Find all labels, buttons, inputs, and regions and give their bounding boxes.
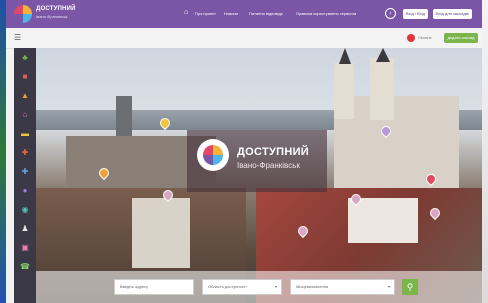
search-button[interactable]: ⚲ bbox=[402, 279, 418, 295]
nav-about[interactable]: Про проект bbox=[195, 11, 216, 16]
chevron-down-icon: ▾ bbox=[274, 284, 277, 289]
church-spire-left bbox=[339, 48, 351, 64]
church-spire-right bbox=[376, 48, 390, 62]
cart-icon[interactable]: ▲ bbox=[14, 86, 36, 105]
church-tower-right bbox=[370, 58, 394, 120]
bus-icon[interactable]: ■ bbox=[14, 67, 36, 86]
category-sidebar: ♣ ■ ▲ ⌂ ▬ ✚ ✚ ● ◉ ♟ ▣ ☎ bbox=[14, 48, 36, 303]
bed-icon[interactable]: ▬ bbox=[14, 124, 36, 143]
background-right-edge bbox=[482, 0, 488, 303]
register-venue-button[interactable]: Вхід для закладів bbox=[433, 9, 472, 19]
building-left-tower bbox=[116, 96, 132, 136]
hero-logo-card: ДОСТУПНИЙ Івано-Франківськ bbox=[187, 130, 327, 192]
add-venue-button[interactable]: додати заклад bbox=[444, 33, 478, 43]
flag-icon[interactable] bbox=[407, 34, 415, 42]
nav-rules[interactable]: Правила користування сервісом bbox=[296, 11, 356, 16]
search-bar: Введіть адресу Область доступності ▾ Міс… bbox=[36, 271, 482, 303]
roof-white-right bbox=[348, 198, 418, 243]
hero-logo-icon bbox=[197, 139, 229, 171]
login-button[interactable]: Вхід / Вхід bbox=[403, 9, 429, 19]
back-arrow-icon[interactable]: ‹ bbox=[385, 8, 396, 19]
browser-page: ДОСТУПНИЙ Івано-Франківськ ⌂ Про проект … bbox=[6, 0, 482, 303]
search-icon: ⚲ bbox=[406, 282, 414, 292]
hero-title: ДОСТУПНИЙ bbox=[237, 146, 309, 158]
car-icon[interactable]: ● bbox=[14, 181, 36, 200]
person-icon[interactable]: ♟ bbox=[14, 219, 36, 238]
medical-icon[interactable]: ✚ bbox=[14, 162, 36, 181]
brand-logo-icon[interactable] bbox=[14, 5, 32, 23]
category-select-label: Місцевизначення bbox=[296, 284, 329, 289]
nav-faq[interactable]: Питання відповідь bbox=[249, 11, 283, 16]
address-input[interactable]: Введіть адресу bbox=[114, 279, 194, 295]
tree-icon[interactable]: ♣ bbox=[14, 48, 36, 67]
white-building-left bbox=[132, 198, 190, 268]
hero-subtitle: Івано-Франківськ bbox=[237, 161, 300, 170]
brand-name[interactable]: ДОСТУПНИЙ bbox=[36, 6, 76, 12]
accessibility-select-label: Область доступності bbox=[208, 284, 247, 289]
church-tower-left bbox=[334, 63, 354, 119]
brand-city: Івано-Франківськ bbox=[36, 14, 68, 19]
top-header: ДОСТУПНИЙ Івано-Франківськ ⌂ Про проект … bbox=[6, 0, 482, 28]
language-label[interactable]: Ukraine bbox=[418, 35, 432, 40]
sub-toolbar: ☰ Ukraine додати заклад bbox=[6, 28, 482, 49]
bank-icon[interactable]: ▣ bbox=[14, 238, 36, 257]
nav-news[interactable]: Новини bbox=[224, 11, 238, 16]
category-select[interactable]: Місцевизначення ▾ bbox=[290, 279, 395, 295]
hero-city-photo: ДОСТУПНИЙ Івано-Франківськ bbox=[36, 48, 482, 303]
menu-icon[interactable]: ☰ bbox=[14, 33, 21, 43]
chevron-down-icon: ▾ bbox=[387, 284, 390, 289]
phone-icon[interactable]: ☎ bbox=[14, 257, 36, 276]
house-icon[interactable]: ⌂ bbox=[14, 105, 36, 124]
fork-knife-icon[interactable]: ✚ bbox=[14, 143, 36, 162]
accessibility-select[interactable]: Область доступності ▾ bbox=[202, 279, 282, 295]
globe-icon[interactable]: ◉ bbox=[14, 200, 36, 219]
home-icon[interactable]: ⌂ bbox=[184, 9, 188, 17]
